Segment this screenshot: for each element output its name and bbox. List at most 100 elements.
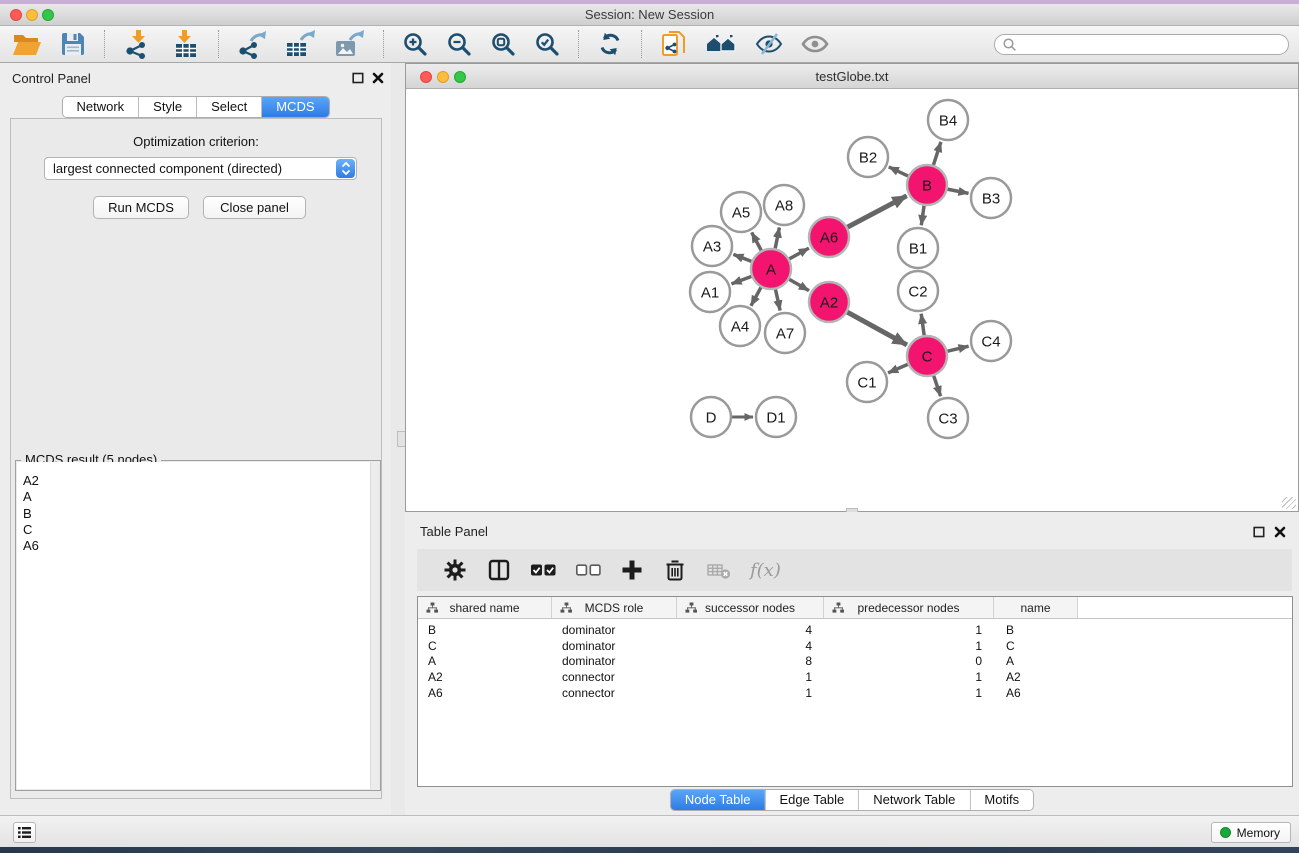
graph-edge-C-C3[interactable] [933,375,940,396]
mcds-result-item[interactable]: A6 [17,538,379,554]
graph-node-A6[interactable]: A6 [809,217,849,257]
graph-node-A[interactable]: A [751,249,791,289]
graph-edge-A6-B[interactable] [847,196,907,228]
graph-node-C2[interactable]: C2 [898,271,938,311]
run-mcds-button[interactable]: Run MCDS [93,196,189,219]
export-image-button[interactable] [330,27,369,61]
delete-column-button[interactable] [662,557,688,583]
graph-node-D1[interactable]: D1 [756,397,796,437]
network-canvas[interactable]: B4 B2 B B3 A8A5 A6 A3 B1 A C2 A1 A2 A4A7 C4 C C1 D C3 D1 [406,89,1298,511]
result-list-scrollbar[interactable] [370,462,379,789]
graph-node-A1[interactable]: A1 [690,272,730,312]
close-panel-button[interactable] [371,71,385,84]
close-mcds-panel-button[interactable]: Close panel [203,196,306,219]
graph-node-B2[interactable]: B2 [848,137,888,177]
zoom-in-button[interactable] [398,29,432,59]
graph-node-A2[interactable]: A2 [809,282,849,322]
graph-node-C[interactable]: C [907,336,947,376]
float-table-panel-button[interactable] [1252,525,1266,538]
open-file-button[interactable] [8,29,46,59]
export-table-button[interactable] [281,27,320,61]
delete-table-button[interactable] [706,558,732,582]
graph-edge-A-A3[interactable] [733,254,752,261]
window-resize-grip[interactable] [1282,497,1296,509]
save-session-button[interactable] [56,29,90,59]
refresh-view-button[interactable] [593,29,627,59]
search-input[interactable] [1017,36,1288,53]
graph-node-A7[interactable]: A7 [765,313,805,353]
table-row[interactable]: A dominator 8 0 A [418,654,1292,670]
mcds-result-item[interactable]: A [17,489,379,505]
zoom-out-button[interactable] [442,29,476,59]
table-row[interactable]: A6 connector 1 1 A6 [418,686,1292,702]
column-header-predecessor-nodes[interactable]: predecessor nodes [824,597,994,618]
graph-edge-A-A8[interactable] [775,228,779,250]
create-column-button[interactable] [620,558,644,582]
tab-edge-table[interactable]: Edge Table [764,790,858,810]
column-header-mcds-role[interactable]: MCDS role [552,597,677,618]
column-header-name[interactable]: name [994,597,1078,618]
mcds-result-item[interactable]: A2 [17,473,379,489]
graph-node-B3[interactable]: B3 [971,178,1011,218]
zoom-fit-button[interactable] [486,29,520,59]
float-panel-button[interactable] [351,71,365,84]
select-all-columns-button[interactable] [530,557,557,583]
tab-select[interactable]: Select [196,97,261,117]
export-network-button[interactable] [233,27,271,61]
graph-node-B4[interactable]: B4 [928,100,968,140]
show-panel-button[interactable] [797,29,833,59]
home-button[interactable] [701,29,741,59]
graph-node-A3[interactable]: A3 [692,226,732,266]
graph-edge-A-A4[interactable] [751,287,761,306]
import-network-button[interactable] [119,27,156,61]
column-header-successor-nodes[interactable]: successor nodes [677,597,824,618]
table-row[interactable]: C dominator 4 1 C [418,639,1292,655]
graph-node-B1[interactable]: B1 [898,228,938,268]
table-row[interactable]: B dominator 4 1 B [418,623,1292,639]
graph-edge-A2-C[interactable] [847,312,907,345]
tab-motifs[interactable]: Motifs [969,790,1033,810]
criterion-dropdown[interactable]: largest connected component (directed) [44,157,357,180]
show-log-button[interactable] [13,822,36,843]
show-column-panel-button[interactable] [486,557,512,583]
column-header-shared-name[interactable]: shared name [418,597,552,618]
graph-edge-A-A2[interactable] [788,279,809,291]
graph-node-A5[interactable]: A5 [721,192,761,232]
mcds-result-item[interactable]: B [17,506,379,522]
graph-edge-A-A7[interactable] [775,289,780,311]
graph-node-A4[interactable]: A4 [720,306,760,346]
graph-edge-C-C1[interactable] [888,364,909,373]
graph-edge-A-A5[interactable] [752,232,762,251]
tab-network[interactable]: Network [62,97,138,117]
graph-edge-B-B2[interactable] [889,167,909,177]
graph-node-C1[interactable]: C1 [847,362,887,402]
hide-panel-button[interactable] [751,29,787,59]
zoom-selected-button[interactable] [530,29,564,59]
memory-button[interactable]: Memory [1211,822,1291,843]
function-builder-button[interactable]: f(x) [750,560,781,581]
import-table-button[interactable] [166,27,204,61]
tab-style[interactable]: Style [138,97,196,117]
clone-network-button[interactable] [656,27,691,61]
close-table-panel-button[interactable] [1273,525,1287,538]
graph-node-C4[interactable]: C4 [971,321,1011,361]
graph-node-C3[interactable]: C3 [928,398,968,438]
tab-network-table[interactable]: Network Table [858,790,969,810]
graph-edge-C-C4[interactable] [947,346,969,351]
graph-node-B[interactable]: B [907,165,947,205]
graph-edge-C-C2[interactable] [921,314,924,336]
graph-edge-A-A1[interactable] [732,276,753,284]
graph-edge-B-B3[interactable] [947,189,969,193]
mcds-result-item[interactable]: C [17,522,379,538]
graph-node-D[interactable]: D [691,397,731,437]
deselect-all-columns-button[interactable] [575,557,602,583]
graph-edge-B-B4[interactable] [933,142,941,166]
table-options-button[interactable] [442,557,468,583]
graph-edge-B-B1[interactable] [921,205,924,225]
graph-edge-A-A6[interactable] [789,248,809,259]
tab-node-table[interactable]: Node Table [671,790,765,810]
graph-node-A8[interactable]: A8 [764,185,804,225]
network-window-titlebar[interactable]: testGlobe.txt [406,64,1298,89]
table-row[interactable]: A2 connector 1 1 A2 [418,670,1292,686]
tab-mcds[interactable]: MCDS [261,97,328,117]
